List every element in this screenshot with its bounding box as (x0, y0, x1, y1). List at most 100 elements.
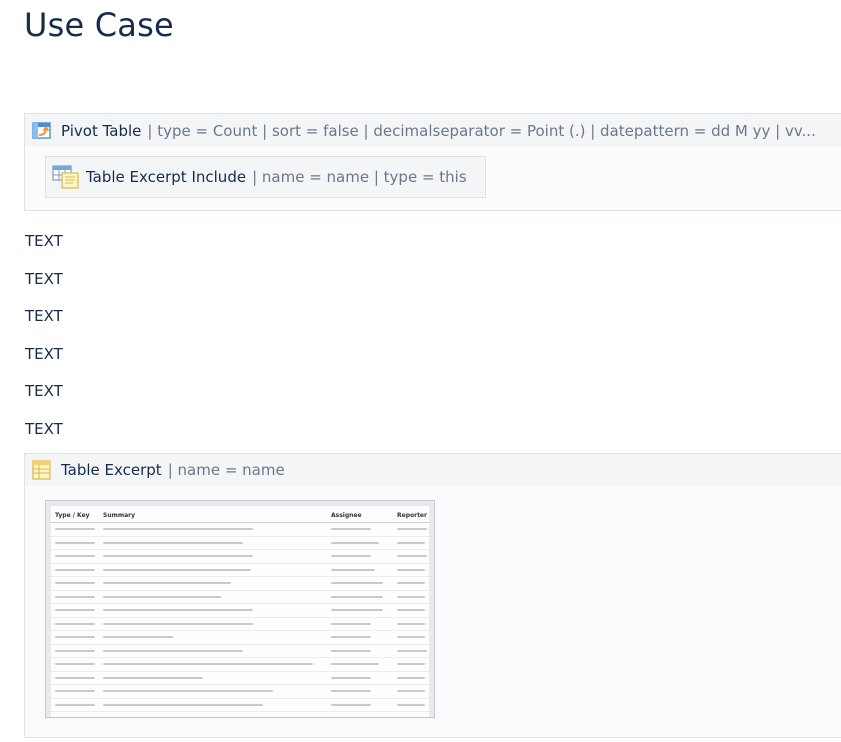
table-excerpt-include-params: | name = name | type = this (252, 168, 467, 186)
blurred-text-bar (331, 609, 383, 612)
blurred-text-bar (103, 541, 243, 544)
preview-table-cell (331, 582, 397, 585)
preview-table-row (51, 645, 429, 658)
preview-table-cell (103, 528, 331, 531)
preview-table-row (51, 591, 429, 604)
preview-header-reporter: Reporter (397, 511, 427, 519)
blurred-text-bar (331, 568, 375, 571)
blurred-text-bar (397, 568, 425, 571)
blurred-text-bar (103, 676, 203, 679)
blurred-text-bar (331, 636, 371, 639)
pivot-table-macro-params: | type = Count | sort = false | decimals… (147, 121, 816, 140)
blurred-text-bar (397, 582, 425, 585)
preview-table-row (51, 712, 429, 718)
preview-table-cell (397, 568, 427, 571)
blurred-text-bar (55, 609, 95, 612)
preview-table-cell (103, 609, 331, 612)
preview-table-cell (51, 676, 103, 679)
pivot-table-macro[interactable]: Pivot Table | type = Count | sort = fals… (24, 113, 841, 211)
preview-table-cell (331, 595, 397, 598)
preview-table-cell (103, 541, 331, 544)
blurred-text-bar (103, 595, 221, 598)
blurred-text-bar (55, 717, 95, 718)
blurred-text-bar (397, 609, 425, 612)
blurred-text-bar (397, 636, 425, 639)
blurred-text-bar (55, 528, 95, 531)
blurred-text-bar (103, 622, 253, 625)
preview-table-header: Type / Key Summary Assignee Reporter (51, 508, 429, 523)
preview-table-cell (331, 555, 397, 558)
text-line: TEXT (25, 307, 63, 325)
preview-table-cell (331, 541, 397, 544)
text-line: TEXT (25, 232, 63, 250)
blurred-text-bar (103, 663, 313, 666)
preview-table-row (51, 604, 429, 618)
preview-table-cell (397, 690, 427, 693)
table-preview-image: Type / Key Summary Assignee Reporter (45, 500, 435, 718)
preview-table-cell (103, 703, 331, 706)
preview-table-cell (103, 622, 331, 625)
preview-table-row (51, 618, 429, 631)
blurred-text-bar (397, 676, 425, 679)
blurred-text-bar (103, 582, 231, 585)
table-excerpt-icon (32, 460, 51, 480)
preview-table-cell (397, 636, 427, 639)
blurred-text-bar (55, 649, 95, 652)
blurred-text-bar (331, 595, 383, 598)
blurred-text-bar (331, 555, 371, 558)
blurred-text-bar (331, 663, 379, 666)
table-excerpt-macro-header[interactable]: Table Excerpt | name = name (25, 454, 841, 486)
preview-table-cell (331, 622, 397, 625)
preview-table-body (51, 523, 429, 718)
preview-header-type-key: Type / Key (55, 511, 90, 519)
blurred-text-bar (397, 663, 425, 666)
preview-table-cell (103, 582, 331, 585)
blurred-text-bar (397, 690, 425, 693)
preview-table-cell (103, 636, 331, 639)
blurred-text-bar (397, 649, 427, 652)
blurred-text-bar (331, 676, 371, 679)
preview-table-cell (51, 717, 103, 718)
pivot-table-icon (32, 121, 51, 139)
preview-table-cell (51, 663, 103, 666)
blurred-text-bar (55, 622, 95, 625)
preview-table-cell (397, 703, 427, 706)
table-excerpt-macro-params: | name = name (167, 461, 285, 479)
preview-table-cell (331, 636, 397, 639)
blurred-text-bar (103, 690, 273, 693)
table-excerpt-include-macro[interactable]: Table Excerpt Include | name = name | ty… (45, 156, 486, 198)
preview-table-cell (397, 582, 427, 585)
blurred-text-bar (55, 676, 95, 679)
preview-table-cell (397, 622, 427, 625)
text-line: TEXT (25, 420, 63, 438)
blurred-text-bar (103, 609, 253, 612)
blurred-text-bar (55, 541, 95, 544)
preview-table-row (51, 658, 429, 672)
preview-table-cell (397, 649, 427, 652)
preview-table-cell (331, 676, 397, 679)
preview-table-cell (397, 555, 427, 558)
blurred-text-bar (55, 636, 95, 639)
blurred-text-bar (103, 568, 251, 571)
preview-table-cell (51, 582, 103, 585)
preview-table-cell (103, 676, 331, 679)
preview-table-cell (51, 568, 103, 571)
pivot-table-macro-header[interactable]: Pivot Table | type = Count | sort = fals… (25, 114, 841, 147)
preview-table-cell (103, 595, 331, 598)
preview-table-row (51, 699, 429, 712)
preview-table-cell (331, 528, 397, 531)
text-line: TEXT (25, 382, 63, 400)
table-excerpt-macro[interactable]: Table Excerpt | name = name Type / Key S… (24, 453, 841, 738)
blurred-text-bar (331, 703, 371, 706)
blurred-text-bar (103, 649, 243, 652)
text-line: TEXT (25, 345, 63, 363)
blurred-text-bar (397, 595, 425, 598)
preview-table-cell (331, 690, 397, 693)
blurred-text-bar (397, 703, 425, 706)
preview-table-cell (51, 595, 103, 598)
preview-table-row (51, 685, 429, 699)
preview-table-cell (331, 609, 397, 612)
preview-table-row (51, 631, 429, 645)
blurred-text-bar (103, 703, 263, 706)
preview-table-row (51, 550, 429, 564)
